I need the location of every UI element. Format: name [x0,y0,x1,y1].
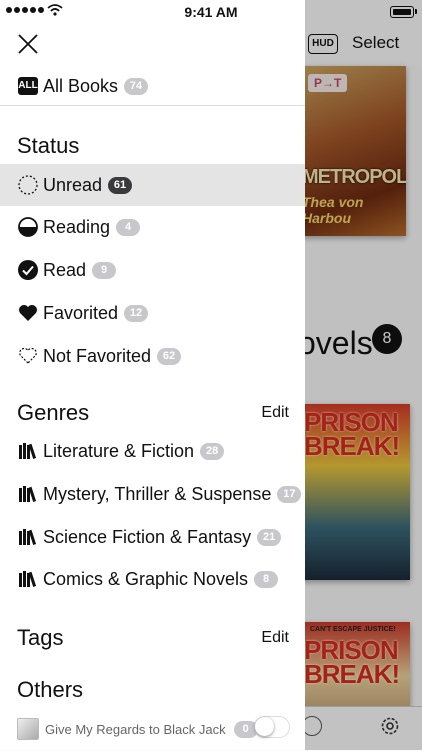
divider [0,105,305,106]
books-icon [19,486,37,502]
books-icon [19,529,37,545]
count-badge: 9 [92,261,117,279]
tags-header: Tags [17,625,64,650]
genre-item[interactable]: Comics & Graphic Novels 8 [0,558,305,600]
genres-header: Genres [17,400,90,425]
count-badge: 8 [254,570,279,588]
all-books-icon: ALL [18,77,38,95]
close-icon[interactable] [16,32,40,56]
genre-item-label: Comics & Graphic Novels [43,568,249,589]
status-item-label: Reading [43,216,111,237]
count-badge: 61 [108,176,133,194]
status-item-unread[interactable]: Unread 61 [0,164,305,206]
dashed-heart-icon [19,347,37,364]
status-item-favorited[interactable]: Favorited 12 [0,292,305,334]
avatar [17,718,39,740]
side-drawer: 9:41 AM ALL All Books 74 Status Unread 6… [0,0,305,750]
count-badge: 62 [157,347,182,365]
genre-item-label: Mystery, Thriller & Suspense [43,483,272,504]
heart-icon [19,305,37,321]
all-books-item[interactable]: ALL All Books 74 [0,65,305,107]
genre-item-label: Literature & Fiction [43,440,195,461]
check-circle-icon [18,260,38,280]
status-time: 9:41 AM [184,4,238,20]
status-item-label: Favorited [43,302,119,323]
count-badge: 28 [200,442,225,460]
count-badge: 21 [257,528,282,546]
dashed-circle-icon [18,175,38,195]
visibility-toggle[interactable] [254,716,290,738]
others-header: Others [17,677,84,702]
count-badge: 12 [124,304,149,322]
genres-edit-button[interactable]: Edit [261,404,289,422]
count-badge: 17 [277,485,302,503]
genre-item[interactable]: Science Fiction & Fantasy 21 [0,516,305,558]
tags-edit-button[interactable]: Edit [261,629,289,647]
genre-item-label: Science Fiction & Fantasy [43,526,252,547]
books-icon [19,571,37,587]
others-item-label: Give My Regards to Black Jack [45,721,226,737]
books-icon [19,443,37,459]
status-header: Status [17,133,80,158]
count-badge: 74 [124,77,149,95]
status-item-reading[interactable]: Reading 4 [0,206,305,248]
genre-item[interactable]: Literature & Fiction 28 [0,430,305,472]
status-item-label: Read [43,259,87,280]
genre-item[interactable]: Mystery, Thriller & Suspense 17 [0,473,305,515]
status-item-label: Not Favorited [43,345,152,366]
count-badge: 4 [116,218,141,236]
status-item-read[interactable]: Read 9 [0,249,305,291]
status-item-label: Unread [43,174,103,195]
all-books-label: All Books [43,75,119,96]
status-item-not-favorited[interactable]: Not Favorited 62 [0,335,305,377]
half-circle-icon [18,217,38,237]
